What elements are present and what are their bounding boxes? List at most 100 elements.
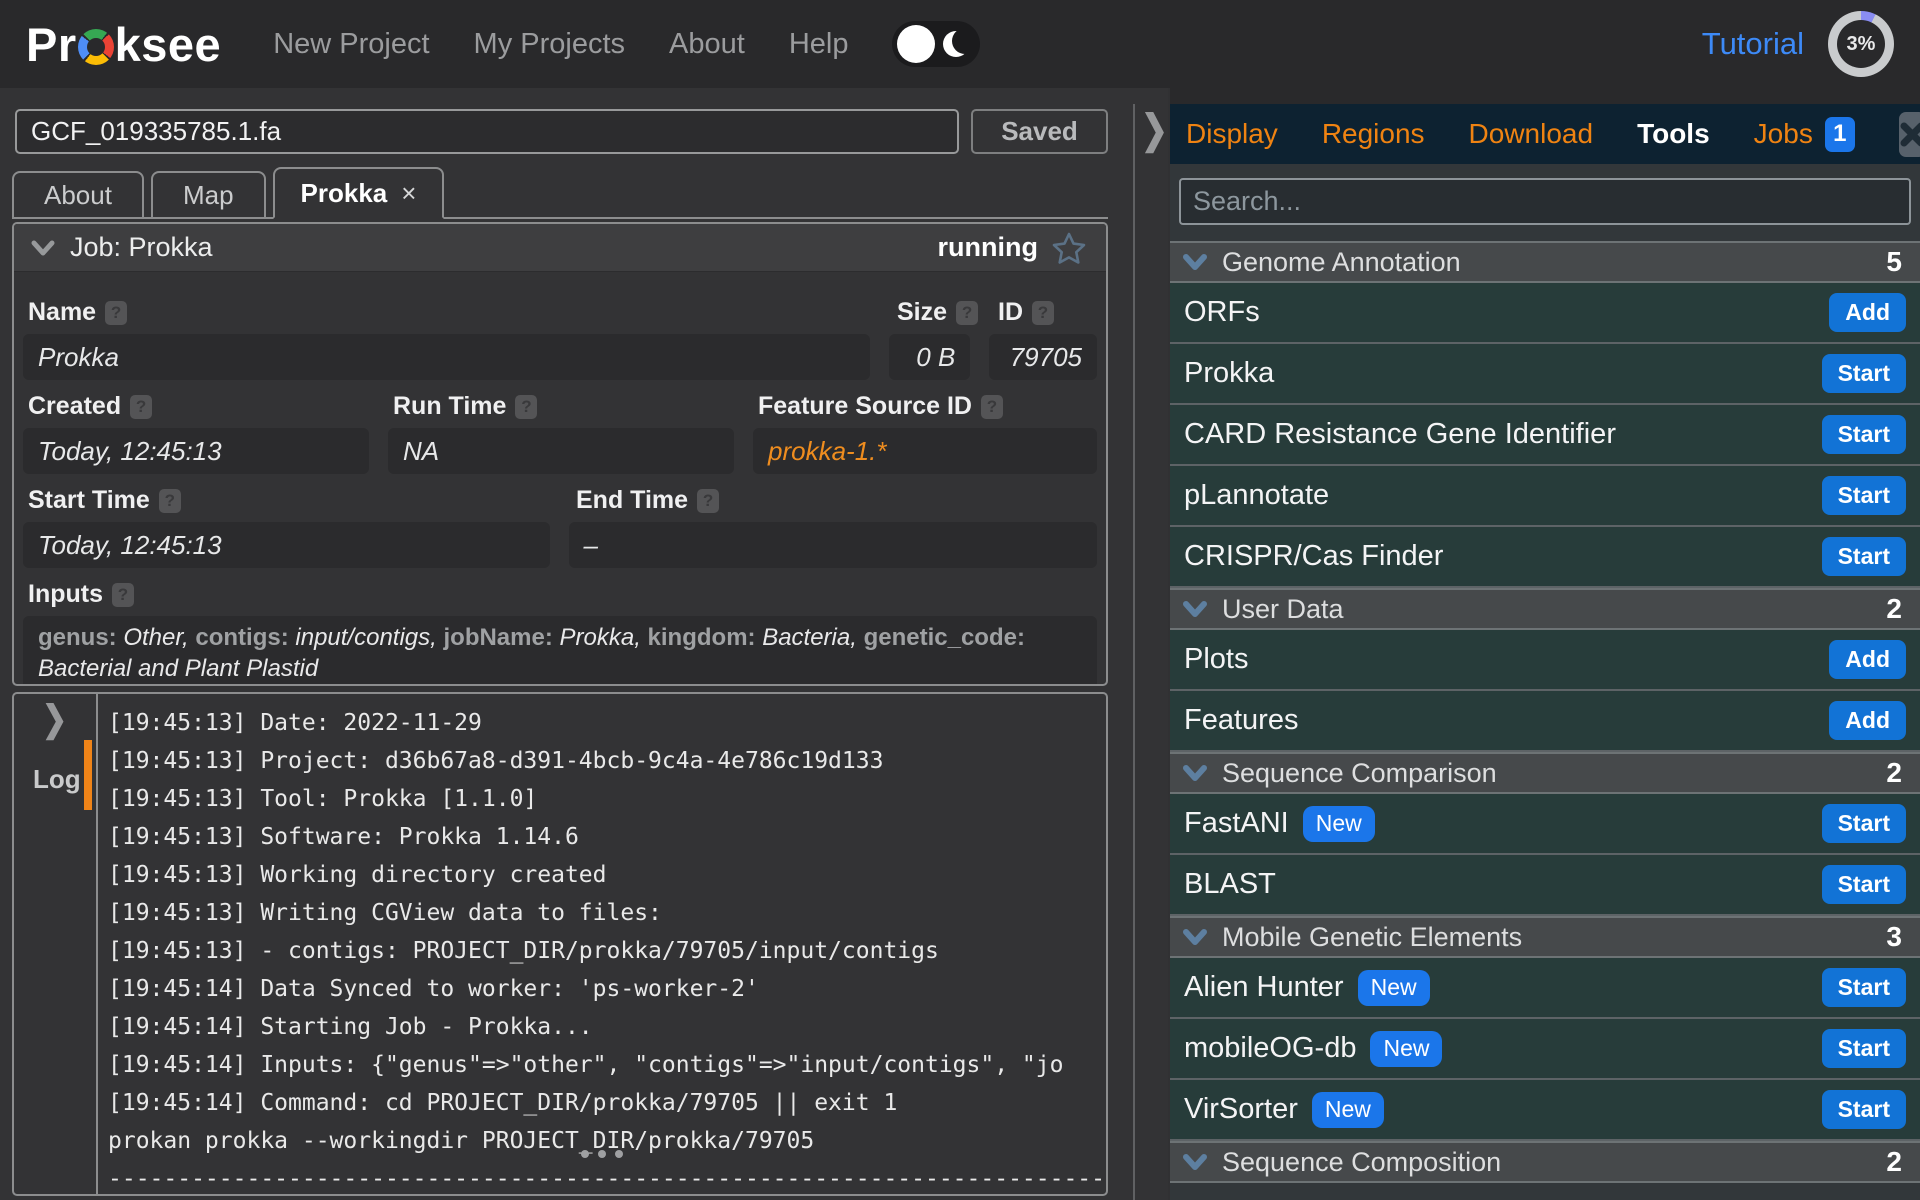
job-panel-header[interactable]: Job: Prokka running: [14, 224, 1106, 272]
section-title: Genome Annotation: [1222, 247, 1461, 278]
search-wrap: [1170, 164, 1920, 241]
close-icon: [1899, 121, 1920, 148]
start-button-plannotate[interactable]: Start: [1822, 476, 1906, 515]
tab-close-icon[interactable]: ×: [401, 178, 416, 209]
created-field-label: Created?: [28, 392, 393, 421]
start-button-prokka[interactable]: Start: [1822, 354, 1906, 393]
job-fields: Name? Size? ID? Prokka 0 B 79705: [14, 272, 1106, 686]
tool-name: CARD Resistance Gene Identifier: [1184, 418, 1616, 451]
log-output[interactable]: [19:45:13] Date: 2022-11-29[19:45:13] Pr…: [96, 694, 1106, 1194]
help-icon[interactable]: ?: [130, 395, 152, 419]
sidebar-tab-display[interactable]: Display: [1186, 118, 1278, 150]
job-status-badge: running: [938, 232, 1038, 263]
proksee-logo[interactable]: Pr ksee: [26, 17, 221, 72]
sidebar-tab-jobs[interactable]: Jobs1: [1754, 117, 1855, 152]
tab-about[interactable]: About: [12, 171, 144, 217]
input-key: kingdom:: [648, 624, 763, 651]
inputs-field-label: Inputs?: [28, 580, 134, 609]
input-value: Prokka,: [560, 624, 648, 651]
help-icon[interactable]: ?: [159, 489, 181, 513]
tab-map[interactable]: Map: [151, 171, 266, 217]
log-tab[interactable]: Log: [33, 764, 81, 795]
name-field-label: Name?: [28, 298, 897, 327]
start-button-alien-hunter[interactable]: Start: [1822, 968, 1906, 1007]
sidebar-tab-label: Download: [1469, 118, 1594, 150]
tutorial-link[interactable]: Tutorial: [1702, 26, 1804, 62]
search-input[interactable]: [1179, 178, 1911, 225]
help-icon[interactable]: ?: [112, 583, 134, 607]
chevron-down-icon: [1182, 600, 1208, 618]
help-icon[interactable]: ?: [697, 489, 719, 513]
help-icon[interactable]: ?: [981, 395, 1003, 419]
help-icon[interactable]: ?: [1032, 301, 1054, 325]
nav-link-help[interactable]: Help: [789, 28, 849, 61]
start-button-virsorter[interactable]: Start: [1822, 1090, 1906, 1129]
logo-text-pre: Pr: [26, 17, 77, 72]
id-field-value: 79705: [989, 334, 1097, 380]
logo-text-post: ksee: [115, 17, 222, 72]
created-field-value: Today, 12:45:13: [23, 428, 369, 474]
feature-source-id-field-value: prokka-1.*: [753, 428, 1097, 474]
section-count: 2: [1886, 1146, 1902, 1178]
chevron-down-icon: [30, 239, 56, 257]
section-title: Mobile Genetic Elements: [1222, 922, 1522, 953]
new-badge: New: [1358, 970, 1430, 1006]
tool-row-fastani: FastANINewStart: [1170, 794, 1920, 855]
log-line: [19:45:13] Project: d36b67a8-d391-4bcb-9…: [108, 742, 1106, 780]
input-value: input/contigs,: [295, 624, 443, 651]
add-button-plots[interactable]: Add: [1829, 640, 1906, 679]
help-icon[interactable]: ?: [105, 301, 127, 325]
saved-button[interactable]: Saved: [971, 109, 1108, 154]
progress-ring[interactable]: 3%: [1828, 11, 1894, 77]
panel-divider: [1133, 104, 1135, 1200]
start-button-blast[interactable]: Start: [1822, 865, 1906, 904]
tab-prokka[interactable]: Prokka ×: [273, 167, 445, 219]
tool-name: CRISPR/Cas Finder: [1184, 540, 1443, 573]
sidebar-tabbar: Display Regions Download Tools Jobs1: [1170, 104, 1920, 164]
add-button-orfs[interactable]: Add: [1829, 293, 1906, 332]
section-header-user-data[interactable]: User Data2: [1170, 588, 1920, 630]
end-time-field-value: –: [569, 522, 1098, 568]
sidebar-tab-tools[interactable]: Tools: [1637, 118, 1710, 150]
section-count: 3: [1886, 921, 1902, 953]
start-button-card-resistance-gene-identifier[interactable]: Start: [1822, 415, 1906, 454]
nav-link-about[interactable]: About: [669, 28, 745, 61]
nav-link-my-projects[interactable]: My Projects: [474, 28, 625, 61]
input-key: genetic_code:: [864, 624, 1025, 651]
start-button-crispr-cas-finder[interactable]: Start: [1822, 537, 1906, 576]
collapse-log-chevron-icon[interactable]: ❯: [42, 699, 67, 741]
section-header-sequence-comparison[interactable]: Sequence Comparison2: [1170, 752, 1920, 794]
name-field-value[interactable]: Prokka: [23, 334, 870, 380]
start-button-fastani[interactable]: Start: [1822, 804, 1906, 843]
tool-name: Plots: [1184, 643, 1248, 676]
nav-link-new-project[interactable]: New Project: [273, 28, 429, 61]
tools-sidebar: Display Regions Download Tools Jobs1 Genome …: [1170, 104, 1920, 1200]
start-time-field-label: Start Time?: [28, 486, 576, 515]
project-panel: Saved ❯ AboutMap Prokka × Job: Prokka runn…: [0, 88, 1168, 1200]
start-button-mobileog-db[interactable]: Start: [1822, 1029, 1906, 1068]
log-line: ----------------------------------------…: [108, 1160, 1106, 1194]
sidebar-tab-download[interactable]: Download: [1469, 118, 1594, 150]
log-resize-handle[interactable]: [581, 1150, 623, 1158]
add-button-features[interactable]: Add: [1829, 701, 1906, 740]
input-value: Bacteria,: [762, 624, 863, 651]
sidebar-tab-regions[interactable]: Regions: [1322, 118, 1425, 150]
tool-row-virsorter: VirSorterNewStart: [1170, 1080, 1920, 1141]
proksee-app: Pr ksee New ProjectMy ProjectsAboutHelp …: [0, 0, 1920, 1200]
progress-percent-label: 3%: [1847, 33, 1876, 56]
theme-toggle[interactable]: [892, 21, 980, 67]
log-active-indicator: [84, 740, 92, 810]
section-header-mobile-genetic-elements[interactable]: Mobile Genetic Elements 3: [1170, 916, 1920, 958]
favorite-star-icon[interactable]: [1052, 232, 1086, 264]
tool-row-blast: BLASTStart: [1170, 855, 1920, 916]
toggle-knob[interactable]: [897, 25, 935, 63]
help-icon[interactable]: ?: [515, 395, 537, 419]
section-header-genome-annotation[interactable]: Genome Annotation5: [1170, 241, 1920, 283]
project-name-input[interactable]: [15, 109, 959, 154]
section-header-sequence-composition[interactable]: Sequence Composition2: [1170, 1141, 1920, 1183]
tab-label: Prokka: [301, 178, 388, 209]
main-nav: New Project My Projects About Help: [273, 28, 848, 61]
expand-panel-chevron-icon[interactable]: ❯: [1141, 105, 1168, 153]
close-sidebar-button[interactable]: [1899, 112, 1920, 157]
help-icon[interactable]: ?: [956, 301, 978, 325]
